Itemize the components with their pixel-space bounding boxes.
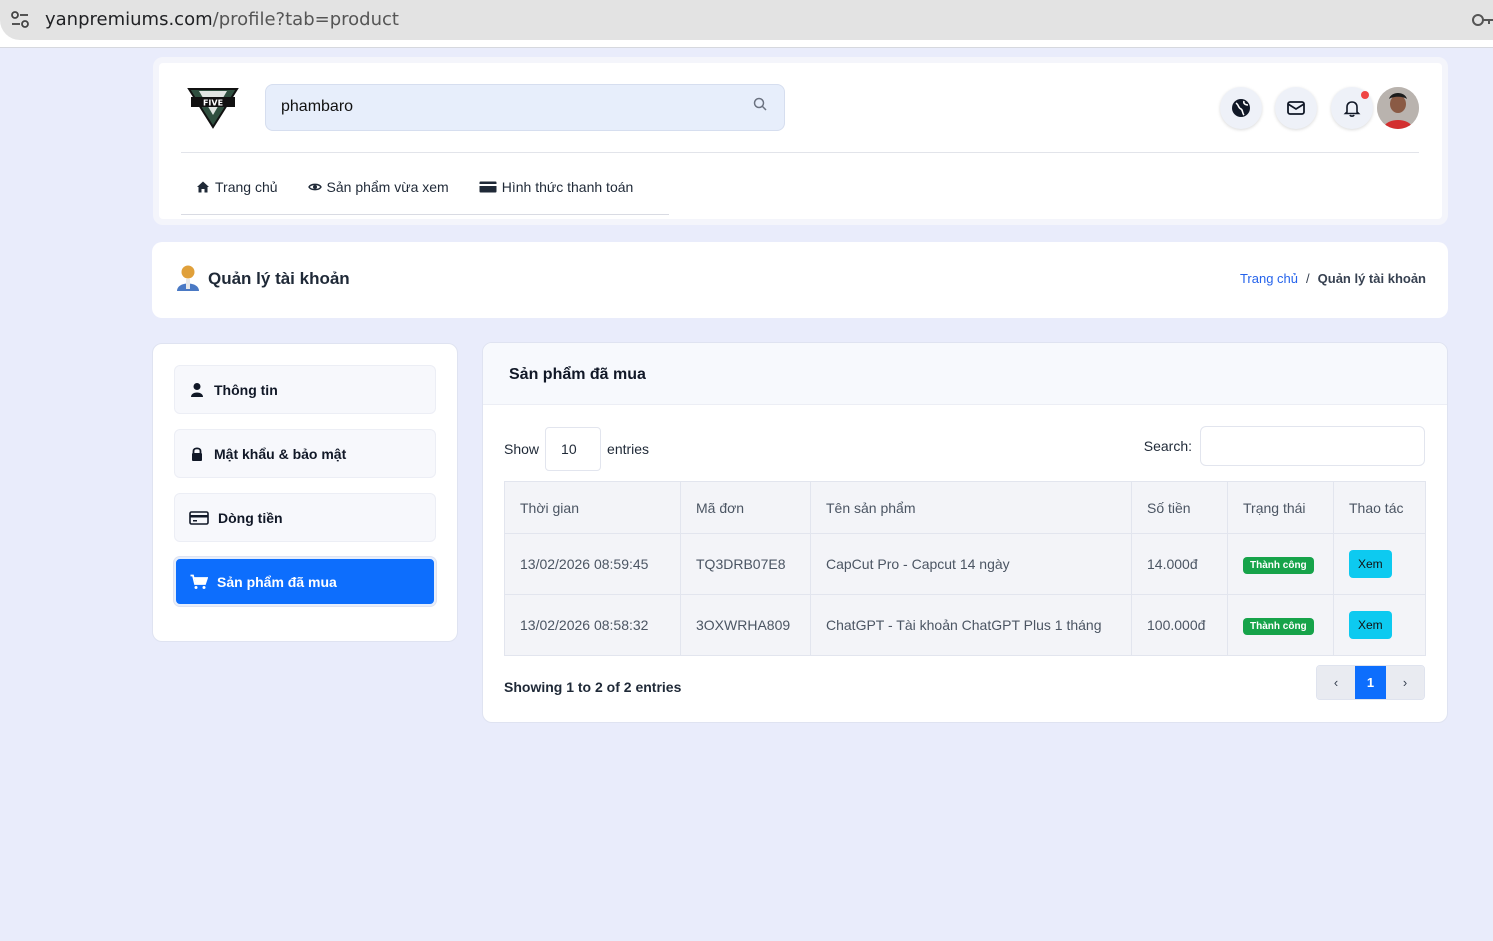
col-header-status[interactable]: Trạng thái [1227,481,1334,534]
account-sidebar: Thông tin Mật khẩu & bảo mật Dòng tiền S… [152,343,458,642]
cell-amount: 100.000đ [1131,594,1228,656]
url-text[interactable]: yanpremiums.com/profile?tab=product [45,9,399,30]
svg-text:FIVE: FIVE [203,99,223,108]
table-row: 13/02/2026 08:59:45 TQ3DRB07E8 CapCut Pr… [504,533,1426,595]
view-button[interactable]: Xem [1349,550,1392,578]
cell-amount: 14.000đ [1131,533,1228,595]
search-input[interactable]: phambaro [265,84,785,131]
table-search-label: Search: [1143,438,1192,454]
browser-address-bar: yanpremiums.com/profile?tab=product [0,0,1493,48]
sidebar-item-label: Mật khẩu & bảo mật [214,445,347,462]
cell-status: Thành công [1227,533,1334,595]
panel-header: Sản phẩm đã mua [483,343,1447,405]
cell-product-name: ChatGPT - Tài khoản ChatGPT Plus 1 tháng [810,594,1132,656]
status-badge: Thành công [1243,556,1314,574]
col-header-actions[interactable]: Thao tác [1333,481,1426,534]
language-button[interactable] [1220,87,1262,129]
user-icon [191,382,203,397]
bell-icon [1343,101,1361,117]
cell-actions: Xem [1333,594,1426,656]
breadcrumb: Trang chủ / Quản lý tài khoản [1240,271,1426,286]
col-header-order-code[interactable]: Mã đơn [680,481,811,534]
search-query: phambaro [281,98,354,115]
url-bar[interactable]: yanpremiums.com/profile?tab=product [0,0,1493,40]
col-header-product-name[interactable]: Tên sản phẩm [810,481,1132,534]
nav-label: Sản phẩm vừa xem [326,179,449,195]
col-header-time[interactable]: Thời gian [504,481,681,534]
main-nav: Trang chủ Sản phẩm vừa xem Hình thức tha… [181,173,669,215]
purchased-products-panel: Sản phẩm đã mua Show 10 entries Search: … [482,342,1448,723]
avatar-image [1377,87,1419,129]
credit-card-icon [479,181,497,193]
gta-five-logo[interactable]: FIVE [185,85,241,131]
length-entries-label: entries [607,441,650,457]
panel-title: Sản phẩm đã mua [509,366,646,383]
nav-label: Trang chủ [215,179,278,195]
site-settings-icon[interactable] [8,8,32,32]
home-icon [197,181,209,193]
table-header-row: Thời gian Mã đơn Tên sản phẩm Số tiền Tr… [504,481,1426,534]
pagination-prev-button[interactable]: ‹ [1317,666,1355,699]
site-header: FIVE phambaro Trang chủ Sản phẩm vừa xem… [153,57,1448,225]
sidebar-item-label: Thông tin [214,381,278,398]
nav-label: Hình thức thanh toán [501,179,634,195]
mail-icon [1287,101,1305,115]
table-info: Showing 1 to 2 of 2 entries [504,679,682,695]
cell-order-code: TQ3DRB07E8 [680,533,811,595]
cart-icon [190,574,208,589]
table-search-input[interactable] [1200,426,1425,466]
page-length-control: Show 10 entries [504,427,649,471]
cell-product-name: CapCut Pro - Capcut 14 ngày [810,533,1132,595]
cell-actions: Xem [1333,533,1426,595]
globe-icon [1232,99,1250,117]
lock-icon [192,446,202,461]
pagination: ‹ 1 › [1316,665,1425,700]
key-icon[interactable] [1471,10,1493,30]
account-user-icon [177,265,199,291]
nav-item-home[interactable]: Trang chủ [181,173,293,201]
sidebar-item-label: Dòng tiền [218,509,283,526]
sidebar-item-info[interactable]: Thông tin [174,365,436,414]
header-divider [181,152,1419,153]
breadcrumb-current: Quản lý tài khoản [1317,271,1426,286]
breadcrumb-home-link[interactable]: Trang chủ [1240,271,1298,286]
page-title-bar: Quản lý tài khoản Trang chủ / Quản lý tà… [152,242,1448,318]
breadcrumb-separator: / [1306,271,1310,286]
pagination-next-button[interactable]: › [1386,666,1424,699]
view-button[interactable]: Xem [1349,611,1392,639]
search-icon[interactable] [752,96,768,112]
sidebar-item-purchased-products[interactable]: Sản phẩm đã mua [174,557,436,606]
nav-item-recently-viewed[interactable]: Sản phẩm vừa xem [293,173,464,201]
nav-item-payment-methods[interactable]: Hình thức thanh toán [464,173,649,201]
page-length-value: 10 [561,441,577,457]
cell-time: 13/02/2026 08:58:32 [504,594,681,656]
cell-status: Thành công [1227,594,1334,656]
pagination-page-1[interactable]: 1 [1355,666,1386,699]
cell-time: 13/02/2026 08:59:45 [504,533,681,595]
wallet-icon [189,510,209,525]
sidebar-item-security[interactable]: Mật khẩu & bảo mật [174,429,436,478]
user-avatar[interactable] [1377,87,1419,129]
url-host: yanpremiums.com [45,9,213,30]
notification-button[interactable] [1331,87,1373,129]
url-path: /profile?tab=product [212,9,399,30]
purchased-products-table: Thời gian Mã đơn Tên sản phẩm Số tiền Tr… [504,481,1426,656]
page-title: Quản lý tài khoản [208,269,350,288]
table-search: Search: [1144,426,1425,466]
eye-icon [307,183,322,191]
table-row: 13/02/2026 08:58:32 3OXWRHA809 ChatGPT -… [504,594,1426,656]
notification-dot [1361,91,1369,99]
col-header-amount[interactable]: Số tiền [1131,481,1228,534]
sidebar-item-label: Sản phẩm đã mua [217,573,337,590]
length-show-label: Show [504,441,540,457]
sidebar-item-cashflow[interactable]: Dòng tiền [174,493,436,542]
status-badge: Thành công [1243,617,1314,635]
mail-button[interactable] [1275,87,1317,129]
cell-order-code: 3OXWRHA809 [680,594,811,656]
page-length-select[interactable]: 10 [545,427,602,471]
